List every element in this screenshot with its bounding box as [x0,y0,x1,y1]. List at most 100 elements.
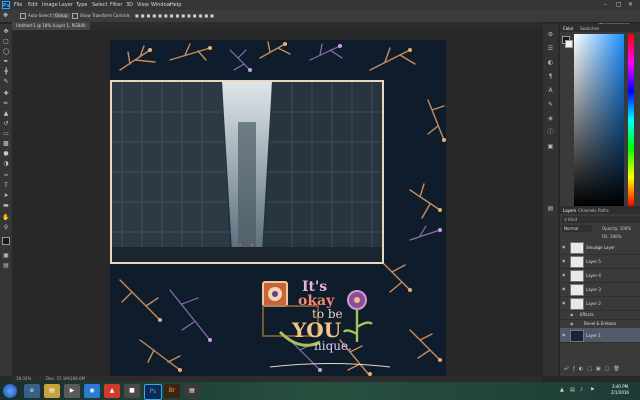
eyedropper-icon[interactable]: ✎ [2,78,10,86]
visibility-eye-icon[interactable]: ◉ [562,272,567,277]
menu-window[interactable]: Window [151,2,171,8]
chrome-icon[interactable]: ◉ [84,384,100,398]
app-icon-2[interactable]: ■ [124,384,140,398]
close-icon[interactable]: ✕ [628,1,633,8]
tab-channels[interactable]: Channels [578,208,597,213]
document-tab[interactable]: Untitled-1 @ 18% (Layer 1, RGB/8) [12,22,90,30]
effects-eye-icon[interactable]: ◉ [570,312,575,317]
maximize-icon[interactable]: □ [616,1,622,8]
minimize-icon[interactable]: – [604,1,607,8]
city-photo[interactable] [110,80,384,264]
quick-mask-icon[interactable]: ▣ [2,252,10,260]
heal-icon[interactable]: ✚ [2,90,10,98]
start-button[interactable] [3,384,17,398]
menu-edit[interactable]: Edit [28,2,38,8]
auto-select-dropdown[interactable]: Group [52,13,71,18]
visibility-eye-icon[interactable]: ◉ [562,258,567,263]
blend-mode-dropdown[interactable]: Normal [562,225,592,232]
menu-image[interactable]: Image [42,2,58,8]
adjustments-icon[interactable]: ◐ [546,58,555,67]
checkbox-icon [72,13,78,19]
layer-row[interactable]: ◉ Layer 2 [560,296,640,311]
color-field[interactable] [574,34,624,206]
visibility-eye-icon[interactable]: ◉ [562,244,567,249]
layer-row[interactable]: ◉ Layer 5 [560,254,640,269]
quick-select-icon[interactable]: ✒ [2,58,10,66]
history-icon[interactable]: ⚙ [546,30,555,39]
libraries-icon[interactable]: ▤ [546,204,555,213]
clone-source-icon[interactable]: ◈ [546,114,555,123]
eraser-icon[interactable]: ▭ [2,130,10,138]
dodge-icon[interactable]: ◑ [2,160,10,168]
auto-select-checkbox[interactable]: Auto-Select: [20,13,53,19]
layer-row[interactable]: ◉ Layer 3 [560,282,640,297]
paragraph-icon[interactable]: ¶ [546,72,555,81]
folder-icon[interactable]: ▤ [184,384,200,398]
opacity-field[interactable]: Opacity: 100% [602,226,631,231]
character-icon[interactable]: A [546,86,555,95]
ie-icon[interactable]: e [24,384,40,398]
menu-select[interactable]: Select [92,2,107,8]
stamp-icon[interactable]: ▲ [2,110,10,118]
menu-type[interactable]: Type [76,2,87,8]
menu-help[interactable]: Help [170,2,181,8]
hand-icon[interactable]: ✋ [2,214,10,222]
app-icon[interactable]: ▲ [104,384,120,398]
align-icons[interactable]: ■■■■■■■■■■■■■■ [135,13,216,18]
layer-thumbnail [570,242,584,254]
lasso-icon[interactable]: ◯ [2,48,10,56]
explorer-icon[interactable]: ▤ [44,384,60,398]
screen-mode-icon[interactable]: ▤ [2,262,10,270]
visibility-eye-icon[interactable]: ◉ [562,300,567,305]
panel-background-swatch[interactable] [565,40,573,48]
tab-layers[interactable]: Layers [563,208,576,213]
zoom-icon[interactable]: ⚲ [2,224,10,232]
menu-3d[interactable]: 3D [126,2,133,8]
info-icon[interactable]: ⓘ [546,128,555,137]
tab-paths[interactable]: Paths [598,208,609,213]
media-icon[interactable]: ▶ [64,384,80,398]
document-canvas[interactable]: It's okay to be YOU nique. [110,40,446,376]
fill-field[interactable]: Fill: 100% [602,234,621,239]
blur-icon[interactable]: ● [2,150,10,158]
menu-file[interactable]: File [14,2,22,8]
photoshop-taskbar-icon[interactable]: Ps [144,384,162,400]
layer-row-selected[interactable]: ◉ Layer 1 [560,328,640,343]
type-icon[interactable]: T [2,182,10,190]
tray-arrow-icon[interactable]: ▲ [560,387,566,393]
gradient-icon[interactable]: ▩ [2,140,10,148]
pen-icon[interactable]: ✑ [2,172,10,180]
clock[interactable]: 3:40 PM 2/1/2016 [604,384,636,396]
menu-view[interactable]: View [137,2,149,8]
move-tool-icon[interactable]: ✥ [3,12,8,19]
brush-preset-icon[interactable]: ✎ [546,100,555,109]
shape-icon[interactable]: ▬ [2,202,10,210]
layer-filter[interactable]: ⚲ Kind [562,216,640,223]
tab-swatches[interactable]: Swatches [580,26,599,31]
visibility-eye-icon[interactable]: ◉ [562,332,567,337]
hue-slider[interactable] [628,34,634,206]
layer-row[interactable]: ◉ Layer 4 [560,268,640,283]
crop-icon[interactable]: ╋ [2,68,10,76]
flag-icon[interactable]: ⚑ [590,387,596,393]
properties-icon[interactable]: ☰ [546,44,555,53]
bridge-icon[interactable]: Br [164,384,180,398]
network-icon[interactable]: ▤ [570,387,576,393]
brush-icon[interactable]: ✏ [2,100,10,108]
menu-layer[interactable]: Layer [59,2,73,8]
path-select-icon[interactable]: ➤ [2,192,10,200]
menu-filter[interactable]: Filter [110,2,122,8]
volume-icon[interactable]: ♪ [580,387,586,393]
history-brush-icon[interactable]: ↺ [2,120,10,128]
tab-color[interactable]: Color [563,26,573,31]
quote-line-its: It's [302,279,328,295]
navigator-icon[interactable]: ▣ [546,142,555,151]
effect-eye-icon[interactable]: ◉ [570,321,575,326]
marquee-icon[interactable]: □ [2,38,10,46]
move-icon[interactable]: ✥ [2,28,10,36]
visibility-eye-icon[interactable]: ◉ [562,286,567,291]
foreground-color-swatch[interactable] [2,237,10,245]
layer-actions-bar[interactable]: ☍ƒ◐□▣□🗑 [564,366,638,372]
layer-row[interactable]: ◉ Smudge Layer [560,240,640,255]
transform-controls-checkbox[interactable]: Show Transform Controls [72,13,130,19]
